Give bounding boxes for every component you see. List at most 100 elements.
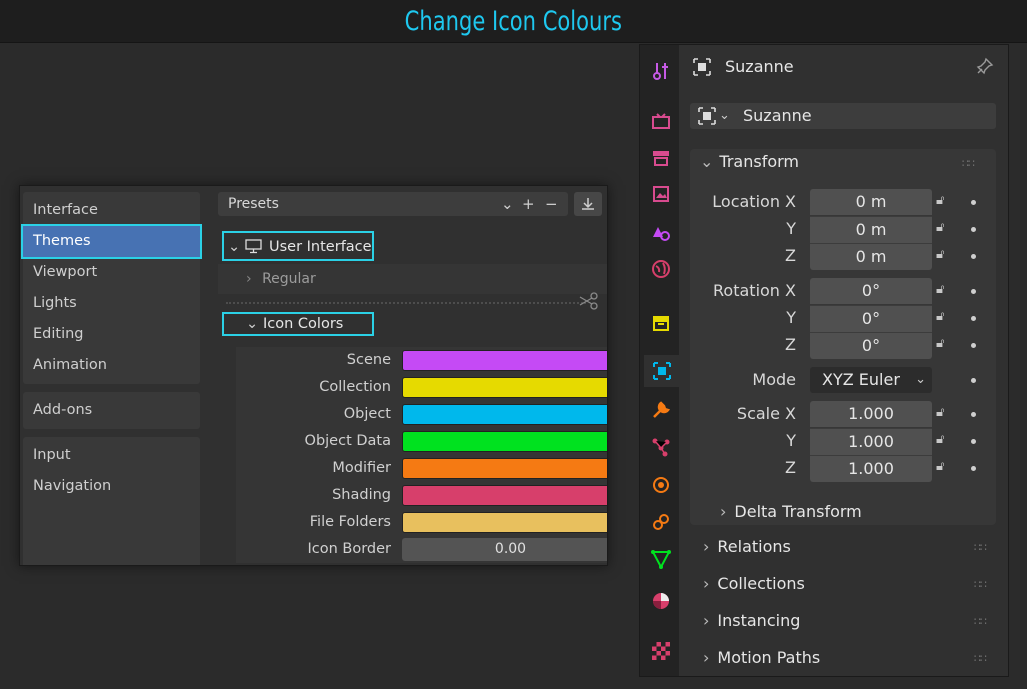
location-y-field[interactable]: 0 m xyxy=(810,216,932,243)
chevron-down-icon: ⌄ xyxy=(719,108,730,123)
relations-label: Relations xyxy=(717,537,791,556)
chevron-down-icon: ⌄ xyxy=(501,195,514,213)
import-theme-button[interactable] xyxy=(574,192,602,216)
regular-subpanel[interactable]: › Regular xyxy=(218,264,607,294)
lock-icon[interactable]: 🔓︎ xyxy=(936,247,944,262)
scissors-icon[interactable] xyxy=(578,292,600,310)
lock-icon[interactable]: 🔓︎ xyxy=(936,432,944,447)
lock-icon[interactable]: 🔓︎ xyxy=(936,193,944,208)
color-swatch-object[interactable] xyxy=(402,404,607,425)
color-swatch-collection[interactable] xyxy=(402,377,607,398)
color-label: Object Data xyxy=(304,433,391,449)
nav-item-input[interactable]: Input xyxy=(23,440,200,471)
nav-item-navigation[interactable]: Navigation xyxy=(23,471,200,502)
mode-dropdown[interactable]: XYZ Euler ⌄ xyxy=(810,367,932,393)
lock-icon[interactable]: 🔓︎ xyxy=(936,336,944,351)
preferences-window: Interface Themes Viewport Lights Editing… xyxy=(19,185,608,566)
view-layer-icon[interactable] xyxy=(645,179,677,211)
transform-header[interactable]: ⌄ Transform xyxy=(700,152,799,171)
keyframe-dot-icon[interactable] xyxy=(971,412,976,417)
prefs-sidebar: Interface Themes Viewport Lights Editing… xyxy=(21,192,202,565)
download-icon xyxy=(582,198,594,210)
physics-icon[interactable] xyxy=(645,469,677,501)
drag-handle-icon[interactable]: ∷∷ xyxy=(974,615,987,628)
color-swatch-modifier[interactable] xyxy=(402,458,607,479)
lock-icon[interactable]: 🔓︎ xyxy=(936,220,944,235)
title-bar: Change Icon Colours xyxy=(0,0,1027,43)
lock-icon[interactable]: 🔓︎ xyxy=(936,459,944,474)
rotation-z-label: Z xyxy=(785,335,796,354)
output-icon[interactable] xyxy=(645,142,677,174)
object-selector[interactable]: ⌄ Suzanne xyxy=(690,103,996,129)
lock-icon[interactable]: 🔓︎ xyxy=(936,309,944,324)
nav-item-animation[interactable]: Animation xyxy=(23,350,200,381)
location-x-field[interactable]: 0 m xyxy=(810,189,932,215)
selector-name: Suzanne xyxy=(743,106,812,125)
delta-transform-header[interactable]: › Delta Transform xyxy=(720,502,862,521)
texture-icon[interactable] xyxy=(645,635,677,667)
collection-icon[interactable] xyxy=(645,307,677,339)
tool-icon[interactable] xyxy=(645,55,677,87)
collections-header[interactable]: › Collections xyxy=(703,574,805,593)
scale-z-field[interactable]: 1.000 xyxy=(810,455,932,482)
keyframe-dot-icon[interactable] xyxy=(971,227,976,232)
scale-x-field[interactable]: 1.000 xyxy=(810,401,932,427)
color-row-object-data: Object Data xyxy=(236,428,607,455)
rotation-x-field[interactable]: 0° xyxy=(810,278,932,304)
keyframe-dot-icon[interactable] xyxy=(971,439,976,444)
render-icon[interactable] xyxy=(645,105,677,137)
remove-preset-icon[interactable]: − xyxy=(545,192,558,216)
scale-y-label: Y xyxy=(786,431,796,450)
mode-label: Mode xyxy=(752,370,796,389)
particles-icon[interactable] xyxy=(645,431,677,463)
color-label: Modifier xyxy=(332,460,391,476)
color-swatch-file-folders[interactable] xyxy=(402,512,607,533)
scale-y-field[interactable]: 1.000 xyxy=(810,428,932,455)
nav-item-lights[interactable]: Lights xyxy=(23,288,200,319)
location-z-field[interactable]: 0 m xyxy=(810,243,932,270)
nav-item-interface[interactable]: Interface xyxy=(23,195,200,226)
color-row-collection: Collection xyxy=(236,374,607,401)
rotation-y-field[interactable]: 0° xyxy=(810,305,932,332)
scale-z-label: Z xyxy=(785,458,796,477)
relations-header[interactable]: › Relations xyxy=(703,537,791,556)
rotation-z-field[interactable]: 0° xyxy=(810,332,932,359)
object-data-icon[interactable] xyxy=(645,543,677,575)
modifier-icon[interactable] xyxy=(645,394,677,426)
keyframe-dot-icon[interactable] xyxy=(971,466,976,471)
object-icon[interactable] xyxy=(644,355,679,387)
scene-icon[interactable] xyxy=(645,216,677,248)
color-swatch-scene[interactable] xyxy=(402,350,607,371)
motion-paths-header[interactable]: › Motion Paths xyxy=(703,648,820,667)
transform-label: Transform xyxy=(719,152,799,171)
material-icon[interactable] xyxy=(645,585,677,617)
lock-icon[interactable]: 🔓︎ xyxy=(936,282,944,297)
lock-icon[interactable]: 🔓︎ xyxy=(936,405,944,420)
drag-handle-icon[interactable]: ∷∷ xyxy=(962,157,975,170)
keyframe-dot-icon[interactable] xyxy=(971,378,976,383)
keyframe-dot-icon[interactable] xyxy=(971,254,976,259)
highlight-box xyxy=(222,312,374,336)
drag-handle-icon[interactable]: ∷∷ xyxy=(974,652,987,665)
constraints-icon[interactable] xyxy=(645,506,677,538)
keyframe-dot-icon[interactable] xyxy=(971,316,976,321)
pin-icon[interactable] xyxy=(976,57,994,79)
drag-handle-icon[interactable]: ∷∷ xyxy=(974,578,987,591)
icon-border-field[interactable]: 0.00 xyxy=(402,538,607,561)
icon-border-row: Icon Border 0.00 xyxy=(236,536,607,563)
nav-item-themes[interactable]: Themes xyxy=(21,224,202,259)
keyframe-dot-icon[interactable] xyxy=(971,343,976,348)
instancing-header[interactable]: › Instancing xyxy=(703,611,800,630)
color-swatch-shading[interactable] xyxy=(402,485,607,506)
add-preset-icon[interactable]: + xyxy=(522,192,535,216)
color-swatch-object-data[interactable] xyxy=(402,431,607,452)
rotation-y-label: Y xyxy=(786,308,796,327)
nav-item-addons[interactable]: Add-ons xyxy=(23,395,200,426)
keyframe-dot-icon[interactable] xyxy=(971,289,976,294)
keyframe-dot-icon[interactable] xyxy=(971,200,976,205)
drag-handle-icon[interactable]: ∷∷ xyxy=(974,541,987,554)
nav-item-viewport[interactable]: Viewport xyxy=(23,257,200,288)
presets-dropdown[interactable]: Presets ⌄ + − xyxy=(218,192,568,216)
nav-item-editing[interactable]: Editing xyxy=(23,319,200,350)
world-icon[interactable] xyxy=(645,253,677,285)
